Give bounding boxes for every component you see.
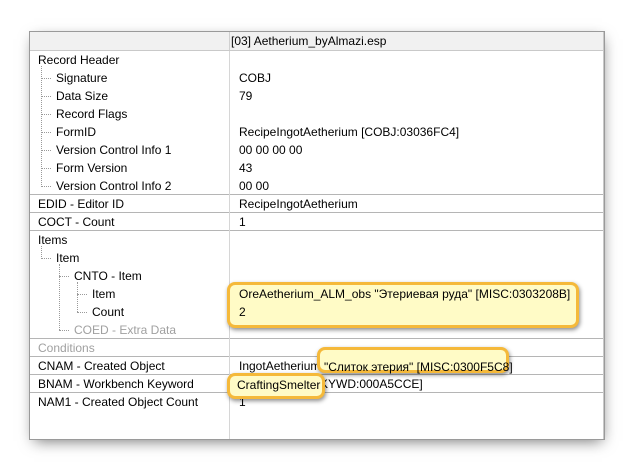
row-label: CNTO - Item [74, 269, 142, 283]
row-value: RecipeIngotAetherium [239, 197, 358, 211]
file-column-header[interactable]: [03] Aetherium_byAlmazi.esp [231, 34, 386, 48]
row-edid[interactable]: EDID - Editor ID RecipeIngotAetherium [30, 195, 604, 213]
row-item-group[interactable]: Item [30, 249, 604, 267]
row-signature[interactable]: Signature COBJ [30, 69, 604, 87]
row-value: RecipeIngotAetherium [COBJ:03036FC4] [239, 125, 460, 139]
row-formid[interactable]: FormID RecipeIngotAetherium [COBJ:03036F… [30, 123, 604, 141]
row-label: CNAM - Created Object [38, 359, 165, 373]
row-version-control-info-1[interactable]: Version Control Info 1 00 00 00 00 [30, 141, 604, 159]
row-label: Count [92, 305, 125, 319]
row-label: Item [92, 287, 116, 301]
row-label: COCT - Count [38, 215, 115, 229]
row-value: COBJ [239, 71, 272, 85]
row-label: Conditions [38, 341, 95, 355]
row-value: 00 00 [239, 179, 270, 193]
row-label: Record Flags [56, 107, 128, 121]
row-label: FormID [56, 125, 96, 139]
row-form-version[interactable]: Form Version 43 [30, 159, 604, 177]
row-value-prefix: IngotAetherium [239, 359, 321, 373]
cnto-count-value: 2 [239, 305, 246, 319]
row-label: NAM1 - Created Object Count [38, 395, 199, 409]
row-label: EDID - Editor ID [38, 197, 125, 211]
row-label: Version Control Info 1 [56, 143, 172, 157]
label-column-header[interactable] [30, 32, 230, 50]
row-version-control-info-2[interactable]: Version Control Info 2 00 00 [30, 177, 604, 195]
row-value: 00 00 00 00 [239, 143, 303, 157]
column-header: [03] Aetherium_byAlmazi.esp [30, 32, 604, 51]
row-value: 43 [239, 161, 253, 175]
cnam-highlighted-value: "Слиток этерия" [MISC:0300F5C8] [324, 360, 513, 374]
row-label: BNAM - Workbench Keyword [38, 377, 194, 391]
panel-right-edge [603, 32, 604, 439]
row-label: COED - Extra Data [74, 323, 177, 337]
row-coct[interactable]: COCT - Count 1 [30, 213, 604, 231]
row-value: 1 [239, 215, 246, 229]
row-label: Version Control Info 2 [56, 179, 172, 193]
row-value: 79 [239, 89, 253, 103]
row-items[interactable]: Items [30, 231, 604, 249]
row-data-size[interactable]: Data Size 79 [30, 87, 604, 105]
row-label: Signature [56, 71, 108, 85]
row-record-header[interactable]: Record Header [30, 51, 604, 69]
row-label: Record Header [38, 53, 120, 67]
row-label: Items [38, 233, 68, 247]
empty-area [30, 411, 604, 439]
record-view-panel: [03] Aetherium_byAlmazi.esp Record Heade… [29, 31, 605, 440]
row-value-suffix: KYWD:000A5CCE] [320, 377, 423, 391]
cnto-item-value: OreAetherium_ALM_obs "Этериевая руда" [M… [239, 287, 571, 301]
row-record-flags[interactable]: Record Flags [30, 105, 604, 123]
bnam-highlighted-value: CraftingSmelter [237, 378, 321, 392]
row-label: Item [56, 251, 80, 265]
row-label: Data Size [56, 89, 109, 103]
row-label: Form Version [56, 161, 128, 175]
